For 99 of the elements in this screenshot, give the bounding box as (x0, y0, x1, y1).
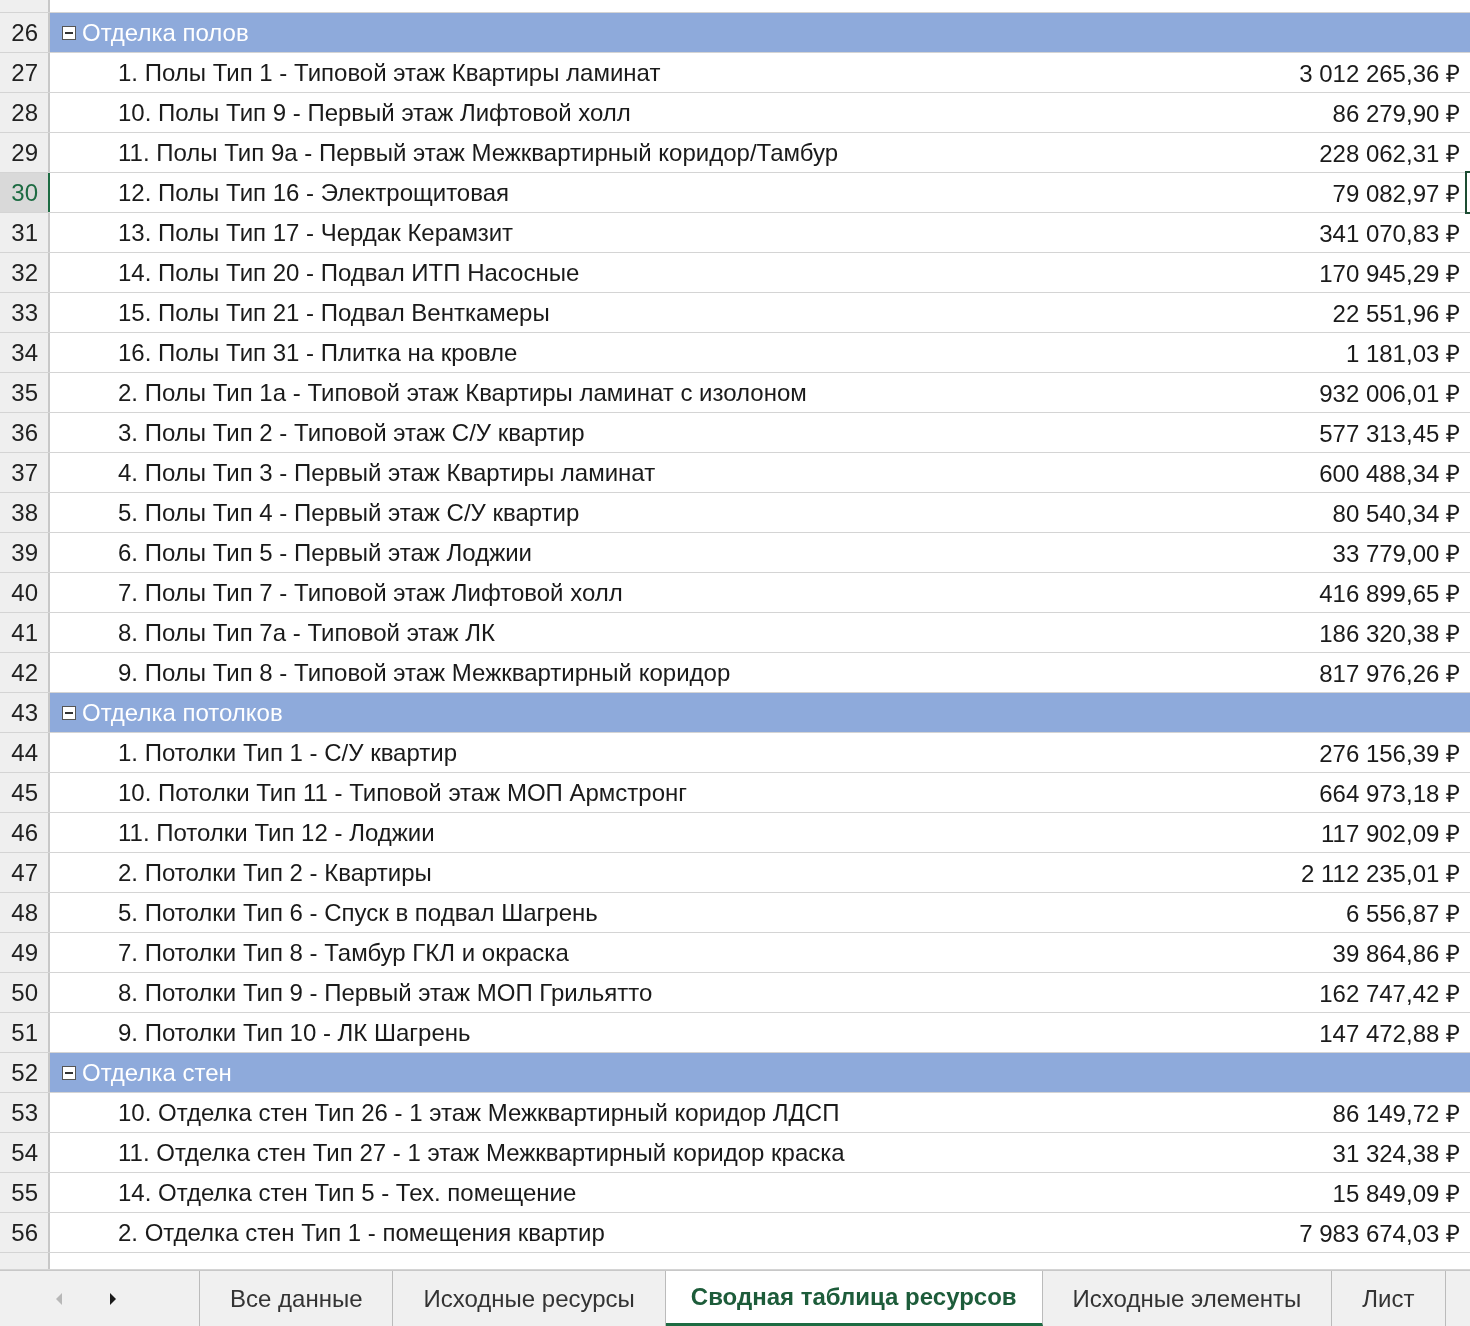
table-cell: 10. Потолки Тип 11 - Типовой этаж МОП Армстронг (118, 778, 688, 807)
table-cell-text: 117 902,09 ₽ (1321, 819, 1460, 849)
table-cell: 16. Полы Тип 31 - Плитка на кровле (118, 338, 518, 367)
row-number[interactable]: 41 (0, 613, 50, 652)
table-cell: 6. Полы Тип 5 - Первый этаж Лоджии (118, 538, 532, 567)
row-number[interactable]: 50 (0, 973, 50, 1012)
row-number[interactable]: 27 (0, 53, 50, 92)
table-cell: 15. Полы Тип 21 - Подвал Венткамеры (118, 298, 550, 327)
table-cell: 1. Полы Тип 1 - Типовой этаж Квартиры ламинат (118, 58, 661, 87)
table-cell-text: 33 779,00 ₽ (1332, 539, 1460, 569)
table-cell-text: 186 320,38 ₽ (1319, 619, 1460, 649)
table-cell-text: 817 976,26 ₽ (1319, 659, 1460, 689)
row-number[interactable]: 40 (0, 573, 50, 612)
row-number[interactable]: 47 (0, 853, 50, 892)
sheet-tab[interactable]: Исходные ресурсы (393, 1271, 666, 1326)
row-number[interactable]: 38 (0, 493, 50, 532)
row-number[interactable]: 28 (0, 93, 50, 132)
collapse-icon[interactable] (62, 705, 76, 720)
row-number[interactable]: 48 (0, 893, 50, 932)
table-cell-text: 147 472,88 ₽ (1319, 1019, 1460, 1049)
row-number[interactable]: 29 (0, 133, 50, 172)
table-cell: 8. Полы Тип 7а - Типовой этаж ЛК (118, 618, 495, 647)
table-cell-text: 416 899,65 ₽ (1319, 579, 1460, 609)
row-number[interactable]: 26 (0, 13, 50, 52)
group-label: Отделка стен (82, 1058, 232, 1087)
row-number[interactable]: 33 (0, 293, 50, 332)
row-number[interactable]: 53 (0, 1093, 50, 1132)
sheet-tab[interactable]: Лист (1332, 1271, 1446, 1326)
scroll-right-icon[interactable] (108, 1292, 118, 1305)
table-cell-text: 932 006,01 ₽ (1319, 379, 1460, 409)
row-number[interactable]: 45 (0, 773, 50, 812)
table-cell: 9. Потолки Тип 10 - ЛК Шагрень (118, 1018, 471, 1047)
table-cell-text: 7 983 674,03 ₽ (1299, 1219, 1460, 1249)
table-cell: 5. Полы Тип 4 - Первый этаж С/У квартир (118, 498, 580, 527)
row-number[interactable]: 46 (0, 813, 50, 852)
table-cell: 2. Полы Тип 1а - Типовой этаж Квартиры ламинат с изолоном (118, 378, 807, 407)
table-cell: 1. Потолки Тип 1 - С/У квартир (118, 738, 458, 767)
row-number[interactable]: 31 (0, 213, 50, 252)
row-number[interactable]: 39 (0, 533, 50, 572)
row-number[interactable]: 35 (0, 373, 50, 412)
table-cell-text: 6 556,87 ₽ (1345, 899, 1460, 929)
table-cell: 7. Потолки Тип 8 - Тамбур ГКЛ и окраска (118, 938, 569, 967)
table-cell-text: 162 747,42 ₽ (1319, 979, 1460, 1009)
table-cell: 9. Полы Тип 8 - Типовой этаж Межквартирный коридор (118, 658, 731, 687)
table-cell: 4. Полы Тип 3 - Первый этаж Квартиры ламинат (118, 458, 656, 487)
group-label: Отделка полов (82, 18, 249, 47)
table-cell: 8. Потолки Тип 9 - Первый этаж МОП Грильятто (118, 978, 653, 1007)
sheet-tab[interactable]: Исходные элементы (1042, 1271, 1333, 1326)
table-cell-text: 86 149,72 ₽ (1332, 1099, 1460, 1129)
table-cell-text: 600 488,34 ₽ (1319, 459, 1460, 489)
table-cell: 3. Полы Тип 2 - Типовой этаж С/У квартир (118, 418, 585, 447)
group-label: Отделка потолков (82, 698, 283, 727)
table-cell: 11. Отделка стен Тип 27 - 1 этаж Межквартирный коридор краска (118, 1138, 845, 1167)
table-cell-text: 276 156,39 ₽ (1319, 739, 1460, 769)
table-cell-text: 79 082,97 ₽ (1332, 179, 1460, 209)
table-cell: 10. Полы Тип 9 - Первый этаж Лифтовой холл (118, 98, 631, 127)
row-number[interactable]: 51 (0, 1013, 50, 1052)
table-cell: 2. Потолки Тип 2 - Квартиры (118, 858, 432, 887)
table-cell: 14. Полы Тип 20 - Подвал ИТП Насосные (118, 258, 580, 287)
table-cell-text: 3 012 265,36 ₽ (1299, 59, 1460, 89)
row-number[interactable]: 52 (0, 1053, 50, 1092)
table-cell-text: 15 849,09 ₽ (1332, 1179, 1460, 1209)
row-number[interactable]: 43 (0, 693, 50, 732)
sheet-tab[interactable]: Все данные (200, 1271, 394, 1326)
row-number[interactable]: 44 (0, 733, 50, 772)
collapse-icon[interactable] (62, 1065, 76, 1080)
table-cell: 14. Отделка стен Тип 5 - Тех. помещение (118, 1178, 577, 1207)
table-cell-text: 228 062,31 ₽ (1319, 139, 1460, 169)
row-number[interactable]: 56 (0, 1213, 50, 1252)
row-number[interactable]: 34 (0, 333, 50, 372)
table-cell: 7. Полы Тип 7 - Типовой этаж Лифтовой холл (118, 578, 623, 607)
table-cell: 13. Полы Тип 17 - Чердак Керамзит (118, 218, 514, 247)
table-cell-text: 86 279,90 ₽ (1332, 99, 1460, 129)
table-cell: 2. Отделка стен Тип 1 - помещения квартир (118, 1218, 605, 1247)
table-cell-text: 1 181,03 ₽ (1345, 339, 1460, 369)
table-cell-text: 39 864,86 ₽ (1332, 939, 1460, 969)
table-cell-text: 341 070,83 ₽ (1319, 219, 1460, 249)
table-cell: 12. Полы Тип 16 - Электрощитовая (118, 178, 510, 207)
row-number[interactable]: 55 (0, 1173, 50, 1212)
table-cell-text: 664 973,18 ₽ (1319, 779, 1460, 809)
row-number[interactable]: 36 (0, 413, 50, 452)
row-number[interactable]: 54 (0, 1133, 50, 1172)
collapse-icon[interactable] (62, 25, 76, 40)
row-number[interactable]: 32 (0, 253, 50, 292)
table-cell-text: 577 313,45 ₽ (1319, 419, 1460, 449)
row-number[interactable]: 30 (0, 173, 50, 212)
table-cell: 5. Потолки Тип 6 - Спуск в подвал Шагрень (118, 898, 598, 927)
table-cell: 10. Отделка стен Тип 26 - 1 этаж Межквартирный коридор ЛДСП (118, 1098, 840, 1127)
table-cell: 11. Потолки Тип 12 - Лоджии (118, 818, 435, 847)
table-cell-text: 22 551,96 ₽ (1332, 299, 1460, 329)
row-number[interactable]: 49 (0, 933, 50, 972)
table-cell-text: 31 324,38 ₽ (1332, 1139, 1460, 1169)
table-cell-text: 80 540,34 ₽ (1332, 499, 1460, 529)
sheet-tab[interactable]: Сводная таблица ресурсов (665, 1271, 1043, 1326)
row-number[interactable]: 42 (0, 653, 50, 692)
table-cell-text: 170 945,29 ₽ (1319, 259, 1460, 289)
row-number[interactable]: 37 (0, 453, 50, 492)
table-cell-text: 2 112 235,01 ₽ (1300, 859, 1460, 889)
table-cell: 11. Полы Тип 9а - Первый этаж Межквартирный коридор/Тамбур (118, 138, 839, 167)
